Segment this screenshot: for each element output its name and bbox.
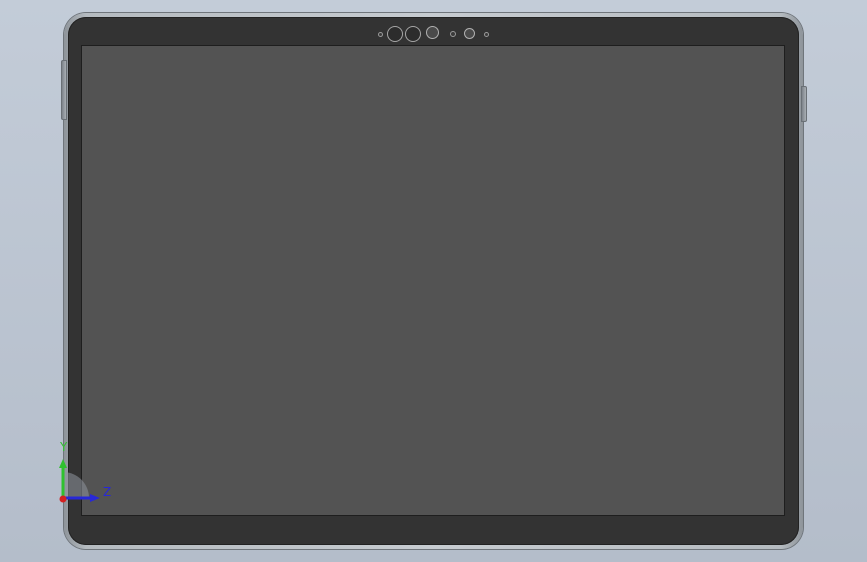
tablet-side-button-right xyxy=(801,86,807,122)
sensor-dot-icon xyxy=(484,32,489,37)
sensor-dot-icon xyxy=(450,31,456,37)
z-axis-arrowhead xyxy=(90,494,100,502)
model-viewport[interactable]: Y Z xyxy=(0,0,867,562)
tablet-side-button-left xyxy=(61,60,67,120)
camera-lens-icon xyxy=(426,26,439,39)
y-axis-label: Y xyxy=(60,440,68,454)
x-axis-origin-dot xyxy=(59,495,67,503)
axis-origin-shade xyxy=(63,472,89,498)
camera-lens-icon xyxy=(405,26,421,42)
camera-lens-icon xyxy=(464,28,475,39)
axis-triad[interactable]: Y Z xyxy=(50,440,120,510)
camera-lens-icon xyxy=(387,26,403,42)
z-axis-label: Z xyxy=(103,485,112,499)
sensor-dot-icon xyxy=(378,32,383,37)
y-axis-arrowhead xyxy=(59,459,67,468)
tablet-screen xyxy=(82,46,784,515)
